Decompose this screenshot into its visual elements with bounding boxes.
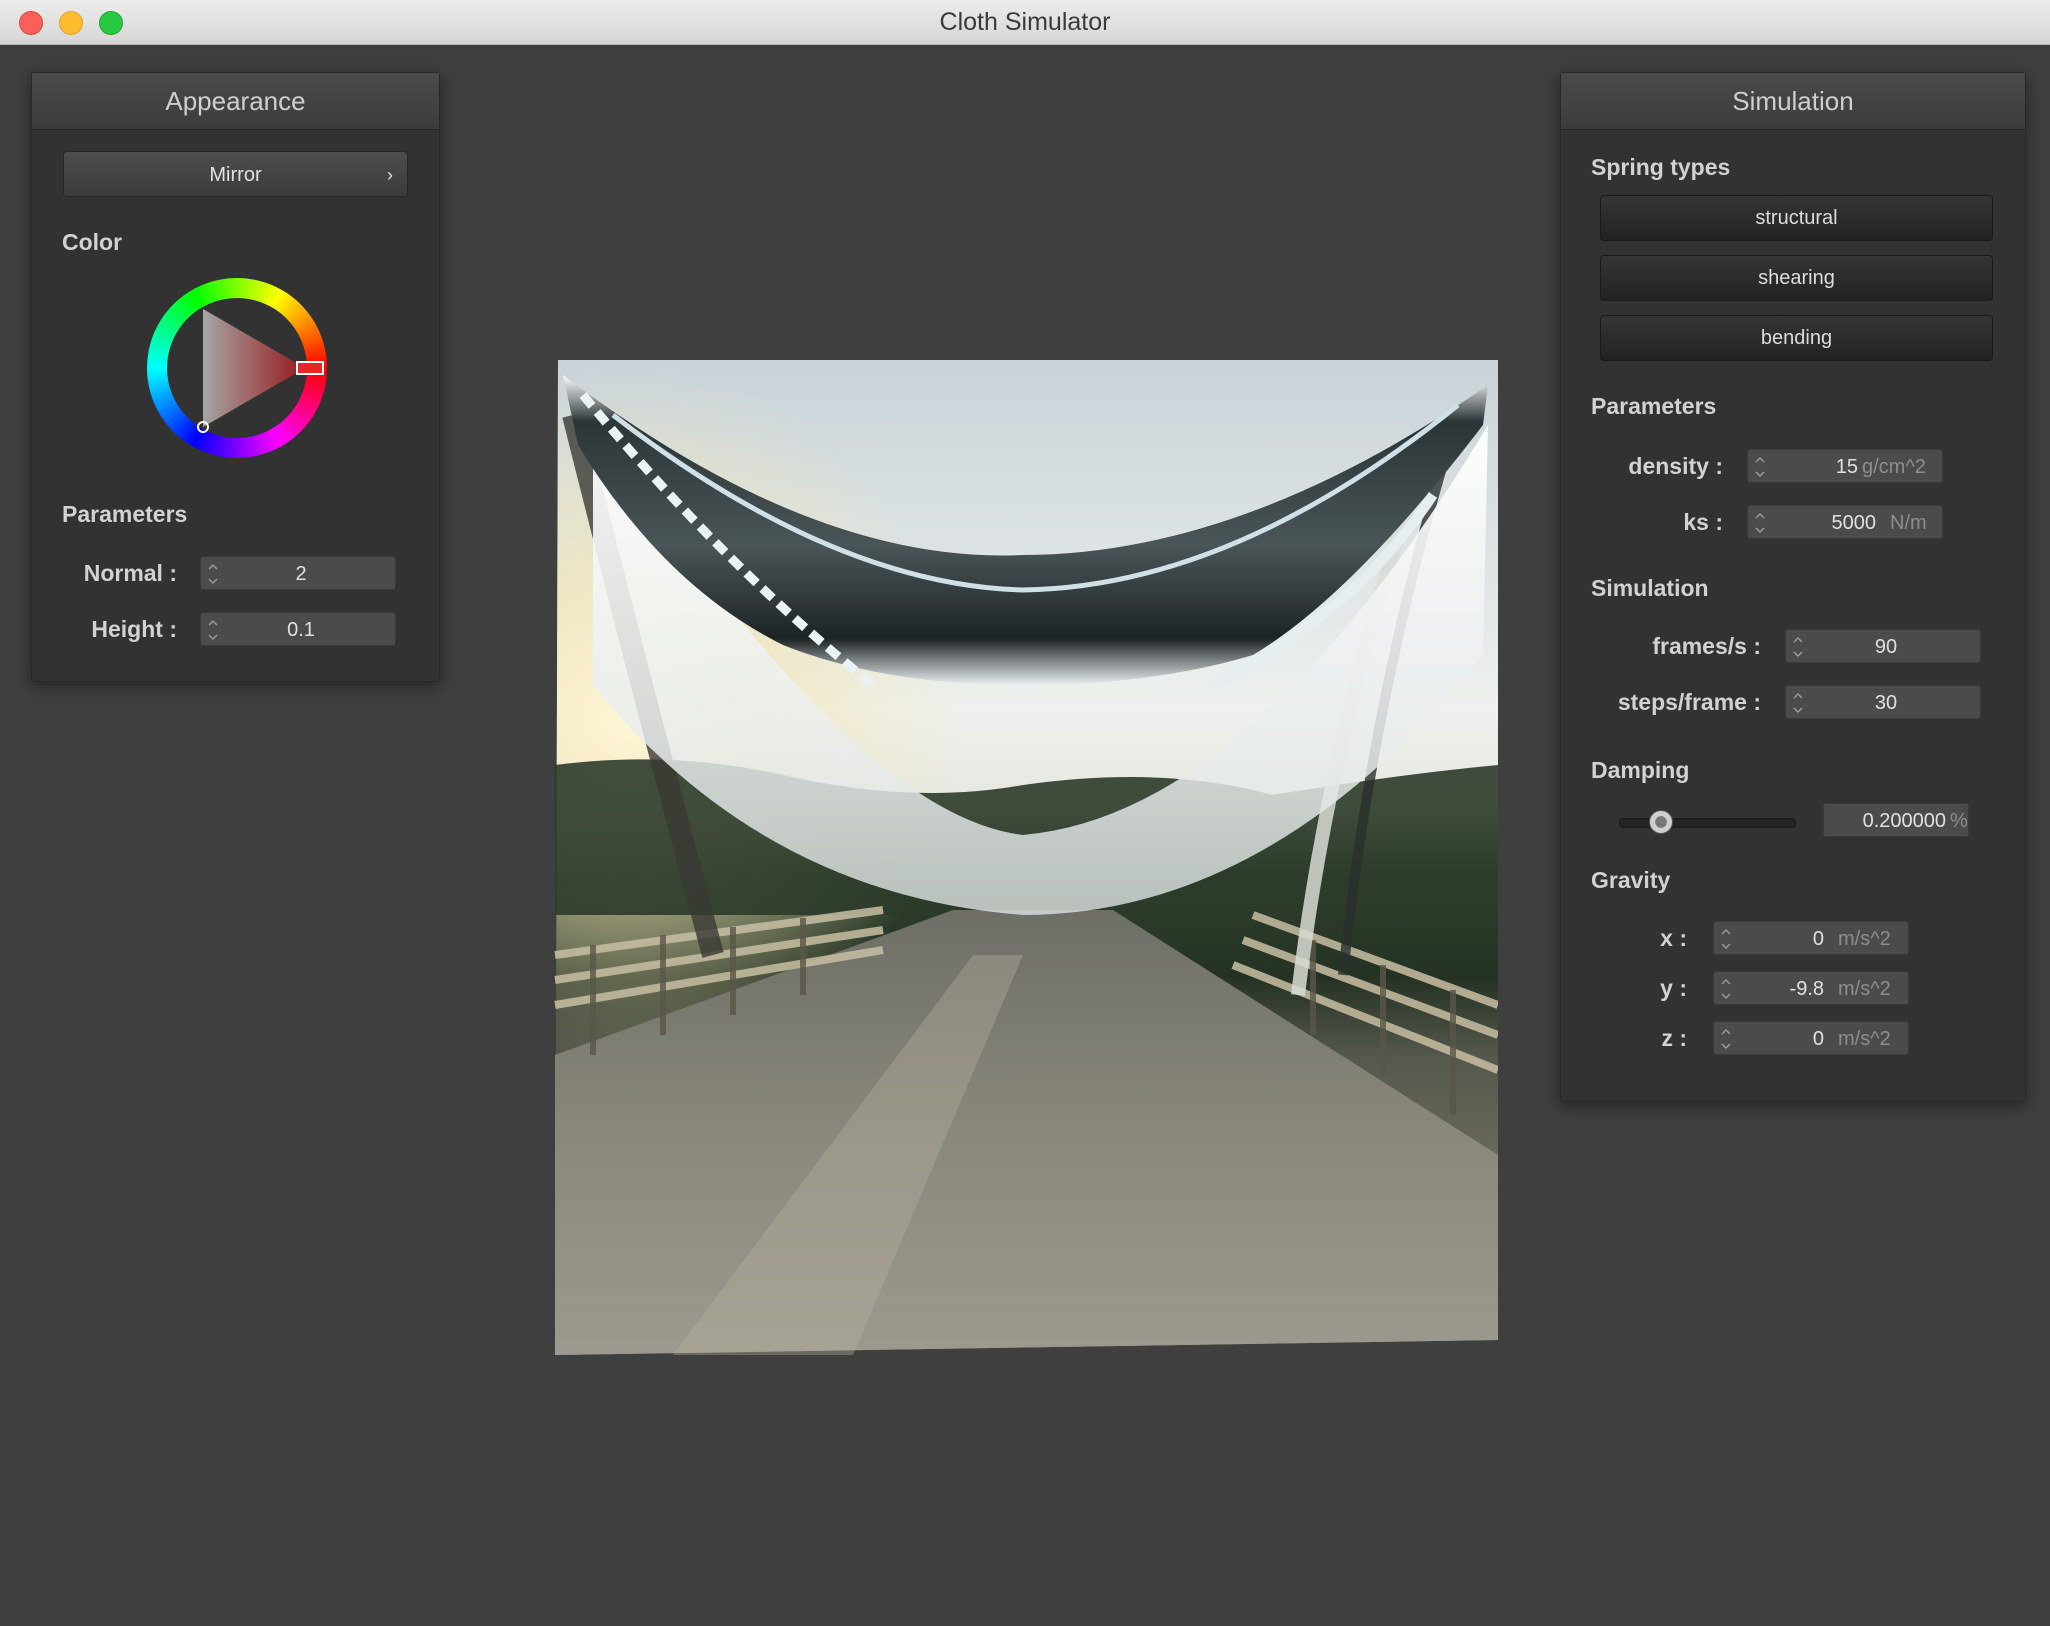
height-input[interactable]: 0.1 [200,612,396,646]
gravity-x-unit: m/s^2 [1838,928,1891,950]
stepper-icon[interactable] [1720,975,1732,1003]
density-label: density : [1628,453,1723,479]
stepper-icon[interactable] [1754,453,1766,481]
density-input[interactable]: 15 g/cm^2 [1747,449,1943,483]
stepper-icon[interactable] [1720,925,1732,953]
steps-per-frame-value: 30 [1874,692,1898,714]
appearance-panel-title: Appearance [32,73,439,130]
bending-spring-label: bending [1760,327,1833,349]
gravity-x-value: 0 [1812,928,1824,950]
gravity-z-unit: m/s^2 [1838,1028,1891,1050]
window-title: Cloth Simulator [939,8,1111,36]
gravity-label: Gravity [1591,867,1671,893]
normal-label: Normal : [83,560,177,586]
steps-per-frame-input[interactable]: 30 [1785,685,1981,719]
color-section-label: Color [62,229,123,255]
normal-input[interactable]: 2 [200,556,396,590]
damping-input[interactable]: 0.200000 % [1823,803,1969,837]
damping-value: 0.200000 [1862,810,1946,832]
ks-value: 5000 [1831,512,1877,534]
gravity-z-label: z : [1661,1025,1687,1051]
gravity-y-unit: m/s^2 [1838,978,1891,1000]
simulation-panel: Simulation Spring types structural shear… [1560,72,2026,1102]
frames-per-second-label: frames/s : [1652,633,1761,659]
ks-input[interactable]: 5000 N/m [1747,505,1943,539]
normal-value: 2 [295,563,307,585]
stepper-icon[interactable] [207,560,219,588]
shader-select-label: Mirror [209,164,262,186]
hue-ring-handle [296,361,324,375]
frames-per-second-value: 90 [1874,636,1898,658]
shader-select[interactable]: Mirror › [63,151,408,197]
gravity-z-value: 0 [1812,1028,1824,1050]
shearing-spring-label: shearing [1758,267,1835,289]
stepper-icon[interactable] [1720,1025,1732,1053]
spring-types-label: Spring types [1591,154,1731,180]
stepper-icon[interactable] [207,616,219,644]
simulation-panel-title: Simulation [1561,73,2025,130]
stepper-icon[interactable] [1792,633,1804,661]
appearance-parameters-label: Parameters [62,501,188,527]
gravity-y-label: y : [1660,975,1687,1001]
sim-parameters-label: Parameters [1591,393,1717,419]
gravity-y-input[interactable]: -9.8 m/s^2 [1713,971,1909,1005]
appearance-panel: Appearance Mirror › Color Parameters Nor… [31,72,440,682]
damping-unit: % [1950,810,1968,832]
simulation-section-label: Simulation [1591,575,1709,601]
height-value: 0.1 [287,619,315,641]
ks-label: ks : [1683,509,1723,535]
height-label: Height : [91,616,177,642]
ks-unit: N/m [1890,512,1927,534]
stepper-icon[interactable] [1792,689,1804,717]
damping-slider-track [1619,818,1796,828]
damping-slider[interactable] [1619,807,1796,837]
steps-per-frame-label: steps/frame : [1617,689,1761,715]
chevron-right-icon: › [387,165,393,185]
frames-per-second-input[interactable]: 90 [1785,629,1981,663]
cloth-viewport[interactable] [553,355,1498,1360]
gravity-x-label: x : [1660,925,1687,951]
density-unit: g/cm^2 [1862,456,1926,478]
structural-spring-label: structural [1755,207,1838,229]
gravity-z-input[interactable]: 0 m/s^2 [1713,1021,1909,1055]
title-bar: Cloth Simulator [0,0,2050,45]
shearing-spring-button[interactable]: shearing [1600,255,1993,301]
stepper-icon[interactable] [1754,509,1766,537]
structural-spring-button[interactable]: structural [1600,195,1993,241]
damping-label: Damping [1591,757,1690,783]
gravity-x-input[interactable]: 0 m/s^2 [1713,921,1909,955]
bending-spring-button[interactable]: bending [1600,315,1993,361]
density-value: 15 [1835,456,1858,478]
damping-slider-knob[interactable] [1649,810,1674,834]
color-wheel[interactable] [142,273,332,463]
gravity-y-value: -9.8 [1789,978,1824,1000]
